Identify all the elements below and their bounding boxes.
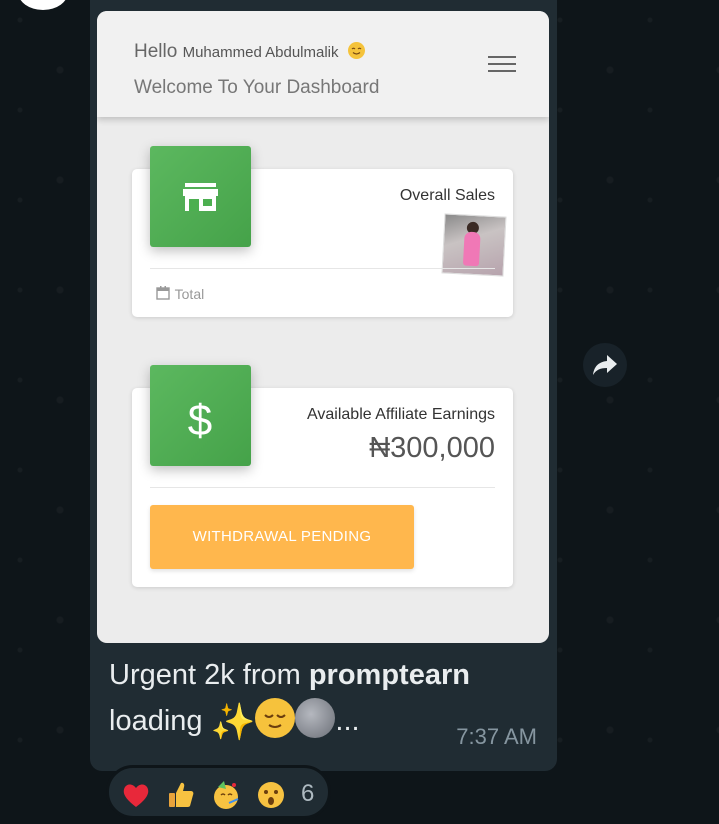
total-label: Total [155, 285, 204, 302]
message-line2: loading [109, 705, 203, 737]
calendar-icon [156, 286, 170, 300]
earnings-value: ₦300,000 [369, 432, 495, 464]
thumbs-up-icon [169, 782, 194, 807]
message-bubble[interactable]: Hello Muhammed Abdulmalik Welcome To You… [90, 0, 557, 771]
svg-text:$: $ [188, 396, 212, 445]
smiling-face-icon [347, 42, 365, 59]
store-icon-tile [150, 146, 251, 247]
earnings-title: Available Affiliate Earnings [307, 406, 495, 423]
forward-button[interactable] [583, 343, 627, 387]
user-name: Muhammed Abdulmalik [182, 44, 339, 61]
greeting-hello: Hello [134, 41, 178, 62]
message-timestamp: 7:37 AM [456, 724, 537, 749]
card-divider [150, 487, 495, 488]
image-attachment[interactable]: Hello Muhammed Abdulmalik Welcome To You… [97, 11, 549, 643]
forward-icon [593, 355, 617, 375]
message-ellipsis: ... [335, 705, 360, 737]
relieved-face-icon [255, 698, 296, 738]
overall-sales-title: Overall Sales [399, 187, 495, 204]
welcome-text: Welcome To Your Dashboard [134, 77, 380, 98]
dollar-icon: $ [188, 396, 212, 445]
message-bold: promptearn [308, 659, 470, 691]
store-icon [183, 183, 218, 211]
greeting: Hello Muhammed Abdulmalik [134, 41, 365, 63]
reactions-bar[interactable]: 6 [106, 765, 331, 819]
partying-face-icon [214, 781, 239, 809]
dollar-icon-tile: $ [150, 365, 251, 466]
sparkles-icon: ✨ [210, 701, 256, 742]
dashboard-header: Hello Muhammed Abdulmalik Welcome To You… [97, 11, 549, 117]
astonished-face-icon [258, 782, 284, 808]
total-text: Total [174, 286, 205, 302]
reaction-count: 6 [301, 780, 315, 807]
card-divider [150, 268, 495, 269]
hamburger-menu-icon[interactable] [488, 54, 516, 74]
red-heart-icon [123, 784, 149, 807]
withdrawal-pending-button[interactable]: WITHDRAWAL PENDING [150, 505, 414, 569]
message-prefix: Urgent 2k from [109, 659, 309, 691]
new-moon-face-icon [295, 698, 336, 738]
